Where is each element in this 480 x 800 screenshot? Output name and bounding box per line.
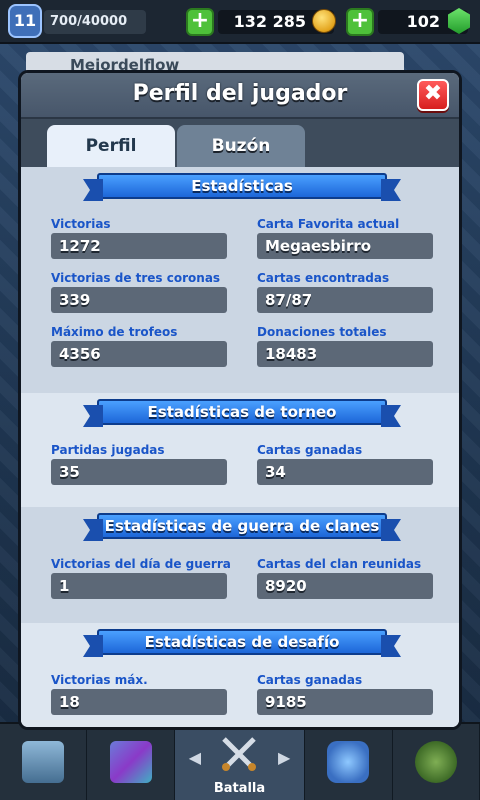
stat-label: Máximo de trofeos: [51, 325, 178, 339]
section-banner: Estadísticas de guerra de clanes: [97, 513, 387, 539]
buy-gold-button[interactable]: +: [186, 8, 214, 36]
stat-label: Cartas ganadas: [257, 443, 363, 457]
tab-profile[interactable]: Perfil: [47, 125, 175, 167]
nav-social[interactable]: [305, 724, 393, 800]
nav-shop[interactable]: [0, 724, 88, 800]
buy-gems-button[interactable]: +: [346, 8, 374, 36]
player-profile-dialog: Perfil del jugador ✖ Perfil Buzón Estadí…: [18, 70, 462, 730]
xp-counter: 700/40000: [44, 10, 146, 34]
nav-battle[interactable]: ◀ ▶ Batalla: [174, 724, 306, 800]
stat-value: 34: [257, 459, 433, 485]
crossed-swords-icon: [218, 733, 260, 775]
gold-coin-icon: [312, 9, 336, 33]
laurel-sword-icon: [414, 741, 457, 783]
nav-battle-label: Batalla: [213, 781, 266, 796]
clan-icon: [327, 741, 370, 783]
stat-value: Megaesbirro: [257, 233, 433, 259]
arrow-right-icon[interactable]: ▶: [278, 748, 290, 767]
stat-label: Victorias de tres coronas: [51, 271, 221, 285]
cards-icon: [109, 741, 152, 783]
section-banner: Estadísticas de desafío: [97, 629, 387, 655]
stats-section: Estadísticas Victorias 1272 Carta Favori…: [21, 167, 459, 393]
stat-value: 4356: [51, 341, 227, 367]
stat-value: 9185: [257, 689, 433, 715]
stat-label: Cartas encontradas: [257, 271, 390, 285]
tournament-section: Estadísticas de torneo Partidas jugadas …: [21, 393, 459, 507]
stat-value: 18: [51, 689, 227, 715]
stat-label: Victorias máx.: [51, 673, 148, 687]
stat-label: Partidas jugadas: [51, 443, 165, 457]
nav-cards[interactable]: [87, 724, 175, 800]
resource-bar: 11 700/40000 + 132 285 + 102: [0, 0, 480, 44]
stat-value: 1272: [51, 233, 227, 259]
stat-label: Victorias del día de guerra: [51, 557, 231, 571]
challenge-section: Estadísticas de desafío Victorias máx. 1…: [21, 623, 459, 727]
section-banner: Estadísticas: [97, 173, 387, 199]
clanwar-section: Estadísticas de guerra de clanes Victori…: [21, 507, 459, 623]
tab-bar: Perfil Buzón: [21, 119, 459, 167]
dialog-header: Perfil del jugador ✖: [21, 73, 459, 119]
stat-value: 8920: [257, 573, 433, 599]
section-banner: Estadísticas de torneo: [97, 399, 387, 425]
stat-value: 339: [51, 287, 227, 313]
stat-label: Victorias: [51, 217, 111, 231]
stat-label: Donaciones totales: [257, 325, 387, 339]
nav-tournaments[interactable]: [393, 724, 480, 800]
arrow-left-icon[interactable]: ◀: [189, 748, 201, 767]
tab-inbox[interactable]: Buzón: [177, 125, 305, 167]
chest-icon: [22, 741, 65, 783]
level-badge: 11: [8, 4, 42, 38]
stat-label: Cartas del clan reunidas: [257, 557, 422, 571]
dialog-title: Perfil del jugador: [132, 81, 348, 106]
bottom-nav: ◀ ▶ Batalla: [0, 722, 480, 800]
close-button[interactable]: ✖: [417, 79, 449, 111]
stat-label: Cartas ganadas: [257, 673, 363, 687]
profile-content: Estadísticas Victorias 1272 Carta Favori…: [21, 167, 459, 727]
stat-value: 18483: [257, 341, 433, 367]
stat-label: Carta Favorita actual: [257, 217, 400, 231]
stat-value: 1: [51, 573, 227, 599]
stat-value: 87/87: [257, 287, 433, 313]
stat-value: 35: [51, 459, 227, 485]
